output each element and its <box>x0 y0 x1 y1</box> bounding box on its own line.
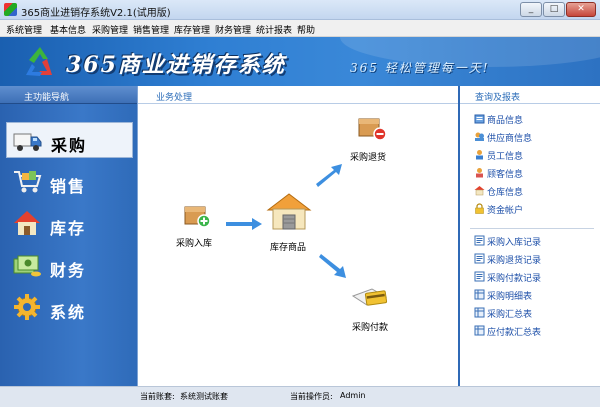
link-label: 资金帐户 <box>487 206 524 216</box>
nav-item-sales[interactable]: 销售 <box>6 164 133 200</box>
link-label: 商品信息 <box>487 116 524 126</box>
table-icon <box>474 325 485 336</box>
link-label: 顾客信息 <box>487 170 524 180</box>
menu-system[interactable]: 系统管理 <box>6 23 42 36</box>
menu-inventory[interactable]: 库存管理 <box>174 23 210 36</box>
menu-purchase[interactable]: 采购管理 <box>92 23 128 36</box>
arrow-right-icon <box>226 218 262 230</box>
table-icon <box>474 307 485 318</box>
house-icon <box>14 211 40 235</box>
menu-bar: 系统管理 基本信息 采购管理 销售管理 库存管理 财务管理 统计报表 帮助 <box>0 20 600 37</box>
status-bar: 当前账套: 系统测试账套 当前操作员: Admin <box>0 386 600 407</box>
warehouse-small-icon <box>474 186 485 196</box>
nav-label-system: 系统 <box>50 303 87 322</box>
nav-item-system[interactable]: 系统 <box>6 290 133 326</box>
business-panel-header: 业务处理 <box>138 86 459 104</box>
link-label: 采购汇总表 <box>487 310 533 320</box>
status-account-label: 当前账套: <box>140 392 175 401</box>
menu-help[interactable]: 帮助 <box>297 23 315 36</box>
flow-purchase-return[interactable]: 采购退货 <box>346 112 406 163</box>
link-label: 应付款汇总表 <box>487 328 542 338</box>
flow-inventory[interactable]: 库存商品 <box>262 192 322 254</box>
report-icon <box>474 235 485 246</box>
query-report-header: 查询及报表 <box>460 86 600 104</box>
menu-basic-info[interactable]: 基本信息 <box>50 23 86 36</box>
main-nav: 主功能导航 采购 销售 库存 财务 系统 <box>0 86 137 386</box>
menu-reports[interactable]: 统计报表 <box>256 23 292 36</box>
cart-icon <box>14 171 42 193</box>
status-account-value: 系统测试账套 <box>180 392 228 401</box>
nav-label-inventory: 库存 <box>50 219 87 238</box>
query-report-title: 查询及报表 <box>475 93 521 103</box>
report-icon <box>474 271 485 282</box>
nav-item-finance[interactable]: 财务 <box>6 248 133 284</box>
link-label: 采购付款记录 <box>487 274 542 284</box>
app-icon <box>4 3 17 16</box>
truck-icon <box>13 133 42 151</box>
nav-label-purchase: 采购 <box>51 136 88 155</box>
minimize-button[interactable]: _ <box>520 2 542 17</box>
customer-icon <box>476 168 483 178</box>
arrow-up-right-icon <box>316 164 342 187</box>
brand-title: 365商业进销存系统 <box>66 52 286 78</box>
business-panel: 业务处理 采购入库 库存商品 采购退货 采购付款 <box>137 86 459 386</box>
close-button[interactable]: ✕ <box>566 2 596 17</box>
lock-icon <box>475 203 484 214</box>
arrow-down-right-icon <box>319 254 346 278</box>
menu-sales[interactable]: 销售管理 <box>133 23 169 36</box>
menu-finance[interactable]: 财务管理 <box>215 23 251 36</box>
gear-icon <box>14 294 40 320</box>
flow-label-purchase-return: 采购退货 <box>350 153 387 163</box>
business-panel-title: 业务处理 <box>156 93 193 103</box>
recycle-logo-icon <box>26 47 52 76</box>
flow-label-purchase-payment: 采购付款 <box>352 323 389 333</box>
payment-card-icon <box>351 288 388 306</box>
employee-icon <box>476 150 483 160</box>
divider <box>470 228 594 229</box>
link-label: 采购退货记录 <box>487 256 542 266</box>
title-bar: 365商业进销存系统V2.1(试用版) _ □ ✕ <box>0 0 600 20</box>
status-operator-label: 当前操作员: <box>290 392 333 401</box>
link-label: 采购入库记录 <box>487 238 542 248</box>
nav-label-finance: 财务 <box>50 261 87 280</box>
supplier-icon <box>475 132 484 141</box>
money-icon <box>13 255 41 277</box>
box-remove-icon <box>358 118 387 141</box>
main-nav-header: 主功能导航 <box>0 86 137 104</box>
query-report-panel: 查询及报表 商品信息 供应商信息 员工信息 顾客信息 仓库信息 资金帐户 采购入… <box>458 86 600 386</box>
nav-item-purchase[interactable]: 采购 <box>6 122 133 158</box>
banner: 365商业进销存系统 365 轻松管理每一天! <box>0 37 600 86</box>
report-icon <box>474 253 485 264</box>
window-title: 365商业进销存系统V2.1(试用版) <box>21 8 171 19</box>
flow-label-inventory: 库存商品 <box>270 243 307 253</box>
warehouse-icon <box>266 193 312 230</box>
link-label: 采购明细表 <box>487 292 533 302</box>
maximize-button[interactable]: □ <box>543 2 565 17</box>
link-label: 供应商信息 <box>487 134 533 144</box>
slogan: 365 轻松管理每一天! <box>350 61 490 75</box>
table-icon <box>474 289 485 300</box>
nav-item-inventory[interactable]: 库存 <box>6 206 133 242</box>
product-icon <box>474 114 485 124</box>
flow-purchase-payment[interactable]: 采购付款 <box>344 284 404 334</box>
flow-label-purchase-in: 采购入库 <box>176 239 213 249</box>
status-operator-value: Admin <box>340 391 366 400</box>
nav-label-sales: 销售 <box>50 177 87 196</box>
flow-purchase-in[interactable]: 采购入库 <box>172 200 232 250</box>
link-label: 仓库信息 <box>487 188 524 198</box>
main-nav-title: 主功能导航 <box>24 93 70 103</box>
box-add-icon <box>184 206 211 228</box>
link-label: 员工信息 <box>487 152 524 162</box>
